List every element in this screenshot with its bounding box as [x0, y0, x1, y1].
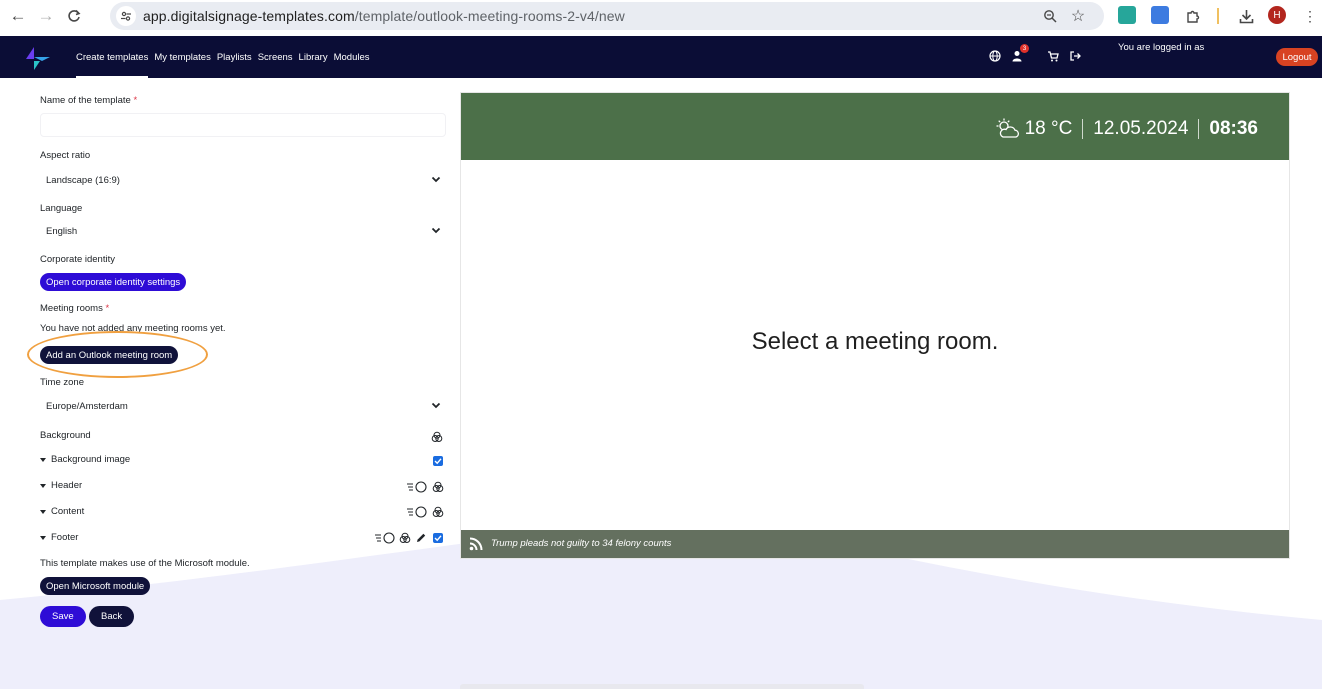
- chevron-down-icon: [431, 227, 441, 234]
- save-button[interactable]: Save: [40, 606, 86, 627]
- microsoft-module-note: This template makes use of the Microsoft…: [40, 558, 250, 569]
- open-microsoft-module-button[interactable]: Open Microsoft module: [40, 577, 151, 595]
- text-circle-icon[interactable]: [407, 481, 429, 493]
- news-ticker: Trump pleads not guilty to 34 felony cou…: [491, 538, 672, 549]
- profile-avatar[interactable]: H: [1268, 6, 1286, 24]
- zoom-icon[interactable]: [1040, 6, 1060, 26]
- forward-arrow-icon[interactable]: →: [34, 4, 58, 28]
- star-icon[interactable]: ☆: [1068, 6, 1088, 26]
- language-value: English: [46, 225, 78, 237]
- nav-playlists[interactable]: Playlists: [217, 36, 252, 78]
- puzzle-icon[interactable]: [1180, 4, 1204, 28]
- caret-down-icon: [40, 483, 46, 488]
- check-icon: [434, 535, 442, 542]
- address-bar[interactable]: app.digitalsignage-templates.com/templat…: [110, 2, 1104, 30]
- pencil-icon[interactable]: [415, 532, 427, 544]
- toolbar-separator: [1217, 8, 1219, 24]
- chevron-down-icon: [431, 176, 441, 183]
- time: 08:36: [1209, 118, 1258, 139]
- nav-modules[interactable]: Modules: [334, 36, 370, 78]
- header-info: 18 °C 12.05.2024 08:36: [995, 117, 1258, 141]
- corporate-identity-label: Corporate identity: [40, 254, 115, 265]
- aspect-ratio-value: Landscape (16:9): [46, 174, 120, 186]
- site-settings-icon[interactable]: [116, 6, 136, 26]
- background-label: Background: [40, 430, 91, 441]
- footer-checkbox[interactable]: [433, 533, 443, 543]
- caret-down-icon: [40, 535, 46, 540]
- main-nav: Create templates My templates Playlists …: [76, 36, 376, 78]
- back-button[interactable]: Back: [89, 606, 135, 627]
- aspect-ratio-label: Aspect ratio: [40, 150, 91, 161]
- temperature: 18 °C: [1024, 118, 1073, 139]
- rss-icon: [469, 537, 483, 551]
- footer-toggle[interactable]: Footer: [40, 532, 78, 543]
- sign-out-icon[interactable]: [1068, 49, 1082, 63]
- open-corporate-identity-button[interactable]: Open corporate identity settings: [40, 273, 187, 291]
- nav-my-templates[interactable]: My templates: [154, 36, 211, 78]
- cart-icon[interactable]: [1046, 49, 1060, 63]
- name-label: Name of the template *: [40, 95, 138, 106]
- text-circle-icon[interactable]: [375, 532, 397, 544]
- preview-footer: Trump pleads not guilty to 34 felony cou…: [461, 530, 1289, 558]
- background-image-checkbox[interactable]: [433, 456, 443, 466]
- caret-down-icon: [40, 457, 46, 462]
- header-divider: [1198, 119, 1200, 139]
- partly-cloudy-icon: [996, 118, 1019, 138]
- template-preview: 18 °C 12.05.2024 08:36 Select a meeting …: [461, 93, 1289, 558]
- background-image-toggle[interactable]: Background image: [40, 454, 130, 465]
- extension-icon[interactable]: [1151, 6, 1169, 24]
- language-label: Language: [40, 203, 83, 214]
- nav-library[interactable]: Library: [299, 36, 328, 78]
- content-toggle[interactable]: Content: [40, 506, 84, 517]
- nav-screens[interactable]: Screens: [258, 36, 293, 78]
- header-toggle[interactable]: Header: [40, 480, 82, 491]
- logout-button[interactable]: Logout: [1276, 48, 1318, 66]
- date: 12.05.2024: [1093, 118, 1189, 139]
- color-palette-icon[interactable]: [432, 481, 444, 493]
- meeting-rooms-label: Meeting rooms *: [40, 303, 110, 314]
- header-divider: [1082, 119, 1084, 139]
- text-circle-icon[interactable]: [407, 506, 429, 518]
- nav-create-templates[interactable]: Create templates: [76, 36, 149, 78]
- preview-header: 18 °C 12.05.2024 08:36: [461, 93, 1289, 160]
- bottom-scroll-indicator: [460, 684, 864, 689]
- color-palette-icon[interactable]: [432, 506, 444, 518]
- logged-in-label: You are logged in as: [1118, 42, 1205, 53]
- extension-icon[interactable]: [1118, 6, 1136, 24]
- app-navbar: Create templates My templates Playlists …: [0, 36, 1322, 105]
- time-zone-select[interactable]: Europe/Amsterdam: [40, 395, 446, 417]
- color-palette-icon[interactable]: [399, 532, 411, 544]
- app-logo[interactable]: [24, 45, 52, 71]
- highlight-annotation: [27, 331, 208, 378]
- browser-toolbar: ← → app.digitalsignage-templates.com/tem…: [0, 0, 1322, 36]
- chevron-down-icon: [431, 402, 441, 409]
- preview-message: Select a meeting room.: [751, 328, 999, 355]
- color-palette-icon[interactable]: [431, 431, 443, 443]
- template-name-input[interactable]: [40, 113, 446, 137]
- aspect-ratio-select[interactable]: Landscape (16:9): [40, 169, 446, 191]
- caret-down-icon: [40, 509, 46, 514]
- time-zone-value: Europe/Amsterdam: [46, 400, 128, 412]
- notification-badge: 3: [1020, 44, 1029, 53]
- reload-icon[interactable]: [62, 4, 86, 28]
- more-menu-icon[interactable]: ⋮: [1298, 4, 1322, 28]
- url-text: app.digitalsignage-templates.com/templat…: [143, 8, 625, 24]
- time-zone-label: Time zone: [40, 377, 84, 388]
- download-icon[interactable]: [1234, 4, 1258, 28]
- language-select[interactable]: English: [40, 220, 446, 242]
- check-icon: [434, 458, 442, 465]
- globe-icon[interactable]: [988, 49, 1002, 63]
- back-arrow-icon[interactable]: ←: [6, 4, 30, 28]
